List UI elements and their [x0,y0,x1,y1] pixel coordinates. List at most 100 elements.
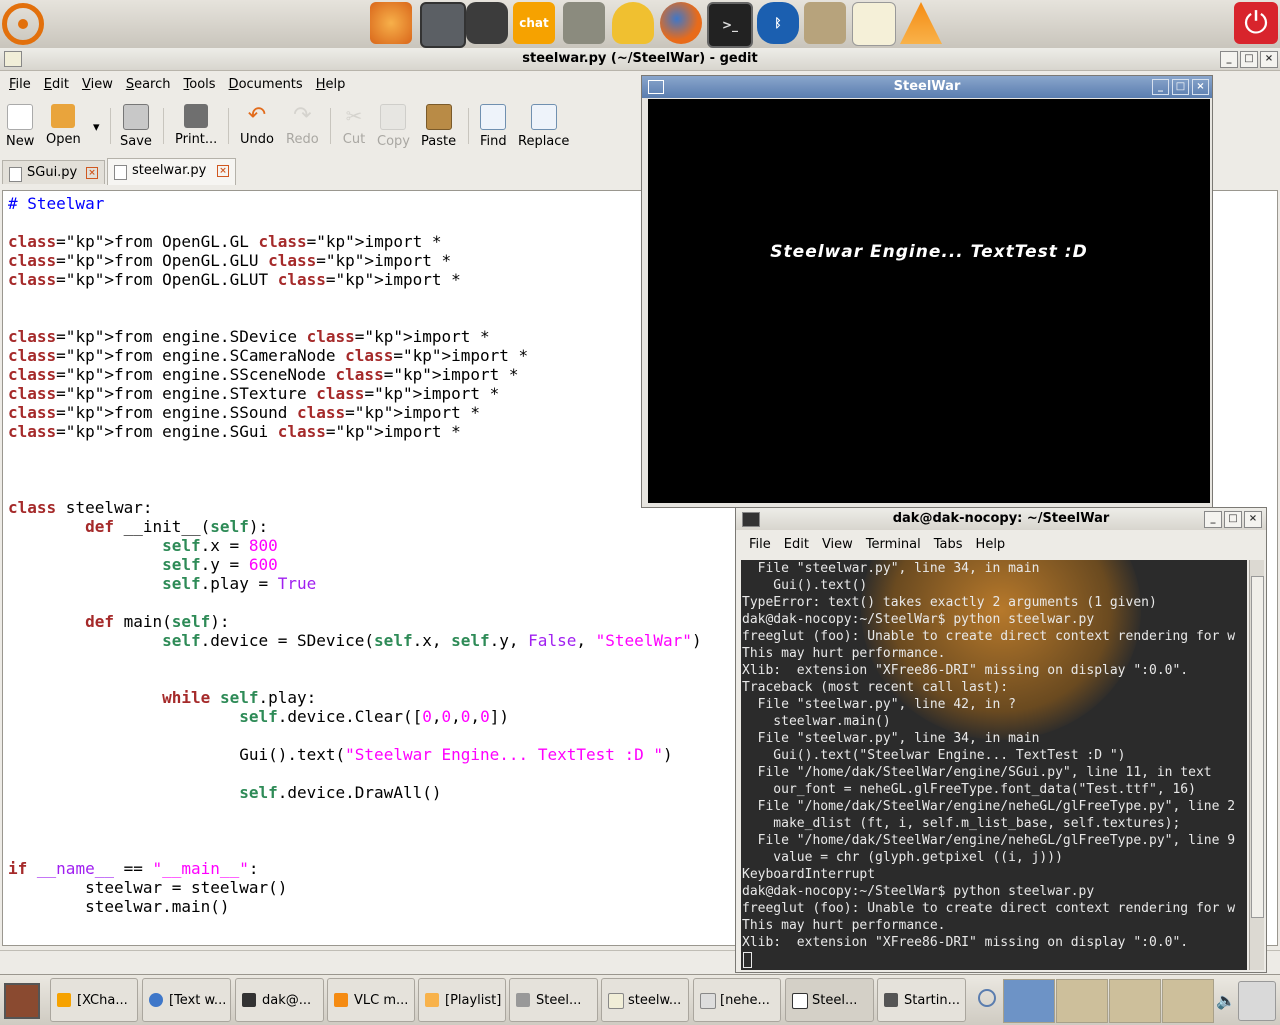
open-recent-dropdown[interactable]: ▾ [93,120,100,135]
workspace-4[interactable] [1162,979,1214,1023]
task-terminal[interactable]: dak@... [235,978,324,1022]
cut-label: Cut [342,132,366,147]
tab-label: SGui.py [27,165,78,180]
maximize-button[interactable]: □ [1240,51,1258,68]
close-tab-icon[interactable]: × [217,165,229,177]
menu-documents[interactable]: Documents [229,72,303,98]
menu-help[interactable]: Help [316,72,346,98]
show-desktop-icon[interactable] [4,983,40,1019]
blender-icon[interactable] [370,2,412,44]
cut-button[interactable]: ✂ Cut [342,104,366,147]
undo-label: Undo [240,132,274,147]
open-button[interactable]: Open [46,104,81,147]
firefox-icon[interactable] [660,2,702,44]
messenger-icon[interactable] [612,2,654,44]
camera-icon[interactable] [466,2,508,44]
tab-sgui[interactable]: SGui.py × [2,160,105,184]
network-icon[interactable] [978,989,996,1007]
gedit-titlebar: steelwar.py (~/SteelWar) - gedit _ □ × [0,48,1280,71]
bluetooth-icon[interactable]: ᛒ [757,2,799,44]
undo-button[interactable]: ↶ Undo [240,103,274,148]
rabbit-icon[interactable] [804,2,846,44]
close-tab-icon[interactable]: × [86,167,98,179]
new-label: New [6,134,35,149]
task-firefox[interactable]: [Text w... [142,978,231,1022]
task-playlist[interactable]: [Playlist] [418,978,506,1022]
menu-terminal[interactable]: Terminal [866,534,921,556]
task-label: Steel... [536,993,582,1008]
new-document-icon [7,104,34,130]
menu-edit[interactable]: Edit [784,534,809,556]
redo-button[interactable]: ↷ Redo [286,104,319,148]
tab-steelwar[interactable]: steelwar.py × [107,158,236,185]
vlc-icon [334,993,348,1007]
minimize-button[interactable]: _ [1204,511,1222,528]
toolbar-separator [330,108,331,144]
steelwar-title: SteelWar [893,79,961,94]
task-nehe[interactable]: [nehe... [693,978,781,1022]
paste-button[interactable]: Paste [421,104,456,149]
task-label: Startin... [904,993,961,1008]
close-button[interactable]: × [1244,511,1262,528]
save-label: Save [120,134,152,149]
menu-file[interactable]: File [749,534,771,556]
minimize-button[interactable]: _ [1220,51,1238,68]
maximize-button[interactable]: □ [1224,511,1242,528]
code-text[interactable]: # Steelwar class="kp">from OpenGL.GL cla… [8,194,702,916]
menu-view[interactable]: View [82,72,113,98]
maximize-button[interactable]: □ [1172,79,1189,95]
workspace-3[interactable] [1109,979,1161,1023]
gl-canvas[interactable]: Steelwar Engine... TextTest :D [648,99,1210,503]
workspace-2[interactable] [1056,979,1108,1023]
terminal-icon[interactable]: >_ [707,2,753,48]
find-button[interactable]: Find [480,104,507,149]
redo-label: Redo [286,132,319,147]
close-button[interactable]: × [1260,51,1278,68]
folder-icon [700,993,716,1009]
terminal-scrollbar[interactable] [1249,560,1264,970]
copy-button[interactable]: Copy [377,104,410,149]
task-vlc[interactable]: VLC m... [327,978,415,1022]
task-xchat[interactable]: [XCha... [50,978,138,1022]
new-button[interactable]: New [6,104,34,149]
vlc-icon[interactable] [900,2,942,44]
volume-icon[interactable]: 🔈 [1216,991,1236,1010]
xchat-icon[interactable]: chat [513,2,555,44]
calculator-icon[interactable] [420,2,466,48]
text-editor-icon[interactable] [852,2,896,46]
menu-tools[interactable]: Tools [184,72,216,98]
print-button[interactable]: Print... [175,104,217,147]
task-steelwar[interactable]: Steel... [509,978,598,1022]
find-icon [480,104,507,130]
menu-help[interactable]: Help [976,534,1006,556]
workspace-1[interactable] [1003,979,1055,1023]
trash-icon[interactable] [1238,981,1276,1021]
menu-view[interactable]: View [822,534,853,556]
close-button[interactable]: × [1192,79,1209,95]
ubuntu-menu-icon[interactable] [2,3,44,45]
menu-tabs[interactable]: Tabs [934,534,963,556]
save-button[interactable]: Save [120,104,152,149]
undo-icon: ↶ [247,103,267,128]
text-editor-icon [608,993,624,1009]
folder-open-icon [51,104,76,128]
menu-file[interactable]: File [9,72,31,98]
terminal-output[interactable]: File "steelwar.py", line 34, in main Gui… [741,560,1247,970]
task-steelwar-window[interactable]: Steel... [785,978,874,1022]
window-icon [648,80,664,94]
minimize-button[interactable]: _ [1152,79,1169,95]
power-icon[interactable]: ⏻ [1234,2,1278,44]
terminal-text: File "steelwar.py", line 34, in main Gui… [742,561,1236,950]
document-icon [9,167,22,182]
replace-button[interactable]: Replace [518,104,569,149]
firefox-icon [149,993,163,1007]
task-gedit[interactable]: steelw... [601,978,689,1022]
gimp-icon[interactable] [563,2,605,44]
save-icon [122,104,149,130]
task-label: steelw... [628,993,682,1008]
scrollbar-thumb[interactable] [1251,576,1264,918]
menu-edit[interactable]: Edit [44,72,69,98]
task-starting[interactable]: Startin... [877,978,966,1022]
menu-search[interactable]: Search [126,72,171,98]
printer-icon [184,104,209,128]
